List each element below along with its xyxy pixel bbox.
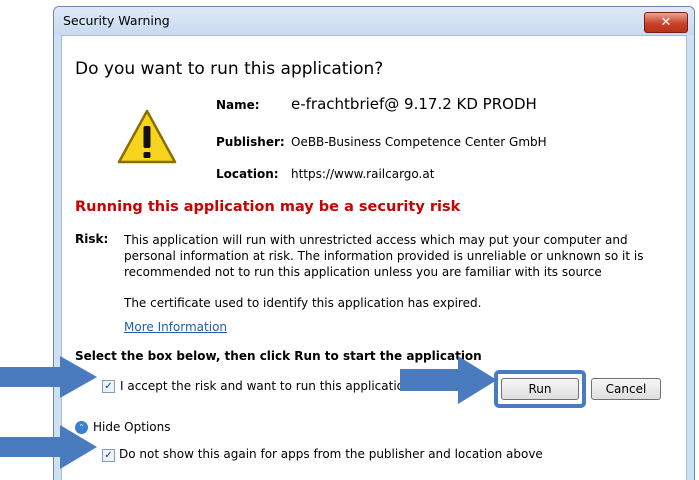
more-information-link[interactable]: More Information <box>124 320 227 334</box>
security-warning-dialog: Security Warning ✕ Do you want to run th… <box>53 6 695 480</box>
accept-risk-checkbox[interactable]: ✓ <box>102 380 115 393</box>
app-name-value: e-frachtbrief@ 9.17.2 KD PRODH <box>291 95 537 113</box>
name-label: Name: <box>216 98 260 112</box>
location-label: Location: <box>216 167 279 181</box>
location-value: https://www.railcargo.at <box>291 167 435 181</box>
annotation-arrow-accept <box>0 356 97 398</box>
risk-label: Risk: <box>75 232 109 246</box>
annotation-arrow-dont-show <box>0 425 97 469</box>
title-bar: Security Warning ✕ <box>54 7 694 35</box>
risk-description: This application will run with unrestric… <box>124 233 644 279</box>
dont-show-again-checkbox[interactable]: ✓ <box>102 449 115 462</box>
dialog-heading: Do you want to run this application? <box>75 59 384 79</box>
hide-options-link[interactable]: Hide Options <box>93 420 170 434</box>
cancel-button[interactable]: Cancel <box>591 378 661 400</box>
run-button[interactable]: Run <box>501 378 579 400</box>
publisher-value: OeBB-Business Competence Center GmbH <box>291 135 547 149</box>
close-button[interactable]: ✕ <box>644 12 688 33</box>
dont-show-again-label[interactable]: Do not show this again for apps from the… <box>119 447 543 461</box>
certificate-expired-text: The certificate used to identify this ap… <box>124 296 482 310</box>
warning-icon <box>117 109 177 164</box>
annotation-arrow-run <box>400 356 497 404</box>
dialog-content: Do you want to run this application? Nam… <box>61 35 687 480</box>
window-title: Security Warning <box>63 13 170 28</box>
publisher-label: Publisher: <box>216 135 285 149</box>
accept-risk-label[interactable]: I accept the risk and want to run this a… <box>120 379 415 393</box>
risk-title: Running this application may be a securi… <box>75 199 461 215</box>
